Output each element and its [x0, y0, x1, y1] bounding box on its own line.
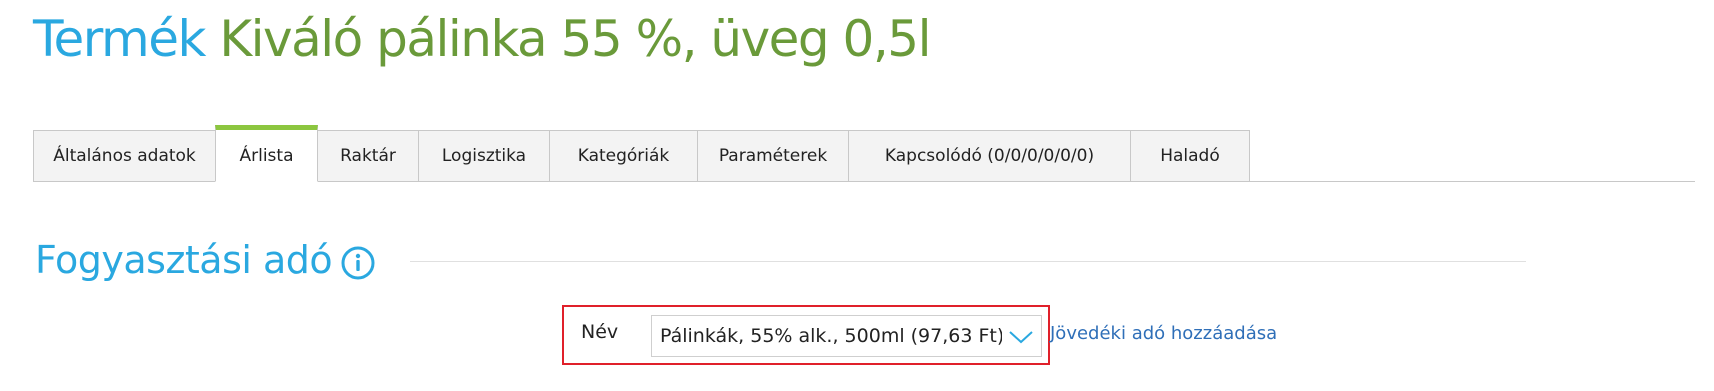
tab-advanced[interactable]: Haladó: [1130, 130, 1250, 182]
tab-logistics[interactable]: Logisztika: [418, 130, 550, 182]
section-title: Fogyasztási adó: [35, 238, 333, 282]
page-title-label: Termék: [33, 10, 206, 68]
tax-select[interactable]: Pálinkák, 55% alk., 500ml (97,63 Ft): [651, 315, 1042, 357]
section-divider: [410, 261, 1526, 262]
tab-parameters[interactable]: Paraméterek: [697, 130, 849, 182]
tab-related[interactable]: Kapcsolódó (0/0/0/0/0/0): [848, 130, 1131, 182]
product-name: Kiváló pálinka 55 %, üveg 0,5l: [219, 10, 931, 68]
chevron-down-icon[interactable]: [1007, 327, 1035, 347]
tax-select-value: Pálinkák, 55% alk., 500ml (97,63 Ft): [660, 325, 1002, 347]
tab-general[interactable]: Általános adatok: [33, 130, 216, 182]
add-excise-tax-link[interactable]: Jövedéki adó hozzáadása: [1050, 323, 1277, 344]
tab-pricelist[interactable]: Árlista: [215, 125, 318, 182]
page-title: Termék Kiváló pálinka 55 %, üveg 0,5l: [33, 6, 931, 72]
info-circle-icon[interactable]: [340, 245, 376, 281]
tab-categories[interactable]: Kategóriák: [549, 130, 698, 182]
tab-bar: Általános adatok Árlista Raktár Logiszti…: [33, 125, 1250, 182]
tab-warehouse[interactable]: Raktár: [317, 130, 419, 182]
field-label: Név: [581, 321, 619, 343]
